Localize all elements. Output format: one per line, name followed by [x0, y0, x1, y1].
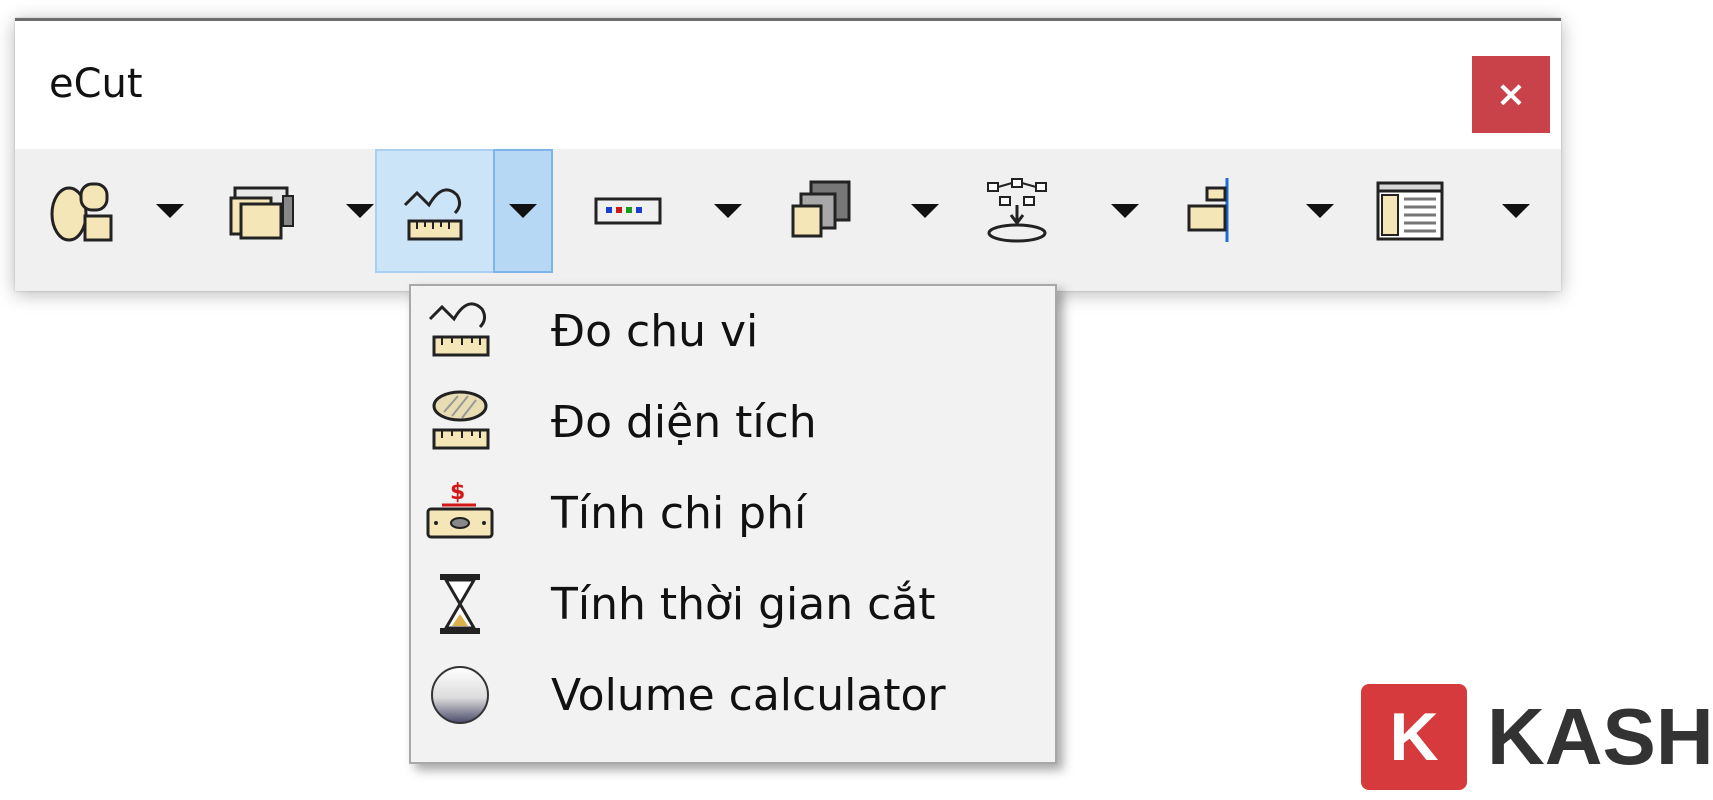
color-dropdown-arrow[interactable]: [698, 149, 758, 273]
menu-item-area[interactable]: Đo diện tích: [411, 377, 1055, 468]
kashi-logo-badge: K: [1361, 684, 1467, 790]
align-tool-button[interactable]: [1147, 149, 1280, 273]
area-ruler-icon: [432, 390, 490, 450]
table-icon: [1376, 181, 1443, 241]
hourglass-icon: [440, 574, 480, 634]
shapes-icon: [50, 182, 112, 242]
window-title: eCut: [49, 61, 143, 107]
table-dropdown-arrow[interactable]: [1486, 149, 1546, 273]
svg-text:$: $: [450, 480, 465, 505]
table-tool-button[interactable]: [1343, 149, 1476, 273]
copy-tool-button[interactable]: [195, 149, 328, 273]
menu-item-cut-time[interactable]: Tính thời gian cắt: [411, 559, 1055, 650]
layers-tool-button[interactable]: [755, 149, 888, 273]
title-bar: eCut ×: [15, 21, 1561, 149]
shapes-tool-button[interactable]: [15, 149, 148, 273]
menu-item-label: Đo chu vi: [551, 306, 759, 357]
shapes-dropdown-arrow[interactable]: [140, 149, 200, 273]
toolbar: [15, 149, 1561, 291]
layers-icon: [791, 180, 850, 238]
cost-icon: $: [426, 480, 494, 539]
measure-dropdown-arrow[interactable]: [493, 149, 553, 273]
menu-item-label: Đo diện tích: [551, 397, 817, 448]
menu-item-cost[interactable]: $ Tính chi phí: [411, 468, 1055, 559]
menu-item-label: Tính chi phí: [551, 488, 807, 539]
menu-item-perimeter[interactable]: Đo chu vi: [411, 286, 1055, 377]
close-button[interactable]: ×: [1472, 56, 1550, 133]
align-icon: [1187, 178, 1228, 242]
flowchart-dropdown-arrow[interactable]: [1095, 149, 1155, 273]
menu-item-label: Volume calculator: [551, 670, 946, 721]
align-dropdown-arrow[interactable]: [1290, 149, 1350, 273]
layers-dropdown-arrow[interactable]: [895, 149, 955, 273]
measure-icon: [403, 188, 463, 241]
ecut-window: eCut ×: [15, 18, 1561, 291]
copy-print-icon: [229, 186, 294, 240]
perimeter-ruler-icon: [428, 302, 490, 357]
measure-dropdown-menu: Đo chu vi Đo diện tích $ Tính chi phí Tí…: [409, 284, 1057, 764]
sphere-icon: [431, 666, 489, 724]
kashi-logo-text: KASHI: [1487, 692, 1713, 781]
flowchart-icon: [986, 178, 1047, 243]
menu-item-volume[interactable]: Volume calculator: [411, 650, 1055, 741]
color-bar-icon: [594, 197, 661, 225]
color-tool-button[interactable]: [561, 149, 694, 273]
menu-item-label: Tính thời gian cắt: [551, 579, 936, 630]
measure-tool-button[interactable]: [375, 149, 495, 273]
flowchart-tool-button[interactable]: [951, 149, 1084, 273]
